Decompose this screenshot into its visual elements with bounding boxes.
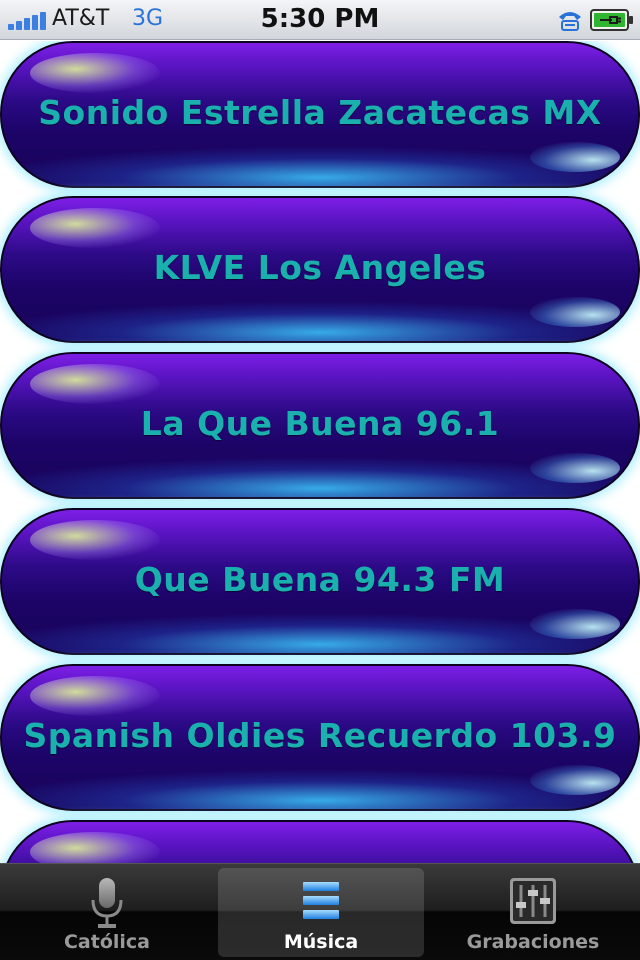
- tab-label: Católica: [63, 931, 150, 953]
- station-button[interactable]: Spanish Oldies Recuerdo 103.9: [0, 664, 640, 811]
- station-button[interactable]: KLVE Los Angeles: [0, 196, 640, 343]
- tab-grabaciones[interactable]: Grabaciones: [430, 868, 636, 957]
- button-glow: [530, 453, 620, 483]
- microphone-icon: [91, 878, 123, 928]
- tab-label: Grabaciones: [466, 931, 600, 953]
- station-button[interactable]: Sonido Estrella Zacatecas MX: [0, 41, 640, 188]
- button-highlight: [30, 832, 160, 863]
- button-highlight: [30, 676, 160, 716]
- status-bar: AT&T 3G 5:30 PM: [0, 0, 640, 40]
- button-glow: [530, 297, 620, 327]
- tty-phone-icon: [559, 12, 581, 31]
- station-label: KLVE Los Angeles: [153, 248, 487, 287]
- station-label: Sonido Estrella Zacatecas MX: [38, 93, 602, 132]
- station-list[interactable]: Sonido Estrella Zacatecas MX KLVE Los An…: [0, 41, 640, 863]
- battery-charging-icon: [590, 9, 633, 31]
- tab-bar: Católica Música Grabaciones: [0, 863, 640, 960]
- list-icon: [303, 882, 339, 919]
- equalizer-icon: [510, 878, 556, 924]
- station-label: Que Buena 94.3 FM: [134, 560, 506, 599]
- button-highlight: [30, 520, 160, 560]
- button-glow: [530, 609, 620, 639]
- button-highlight: [30, 208, 160, 248]
- tab-label: Música: [283, 931, 359, 953]
- tab-catolica[interactable]: Católica: [4, 868, 210, 957]
- station-button[interactable]: [0, 820, 640, 863]
- button-highlight: [30, 53, 160, 93]
- station-button[interactable]: Que Buena 94.3 FM: [0, 508, 640, 655]
- station-button[interactable]: La Que Buena 96.1: [0, 352, 640, 499]
- station-label: La Que Buena 96.1: [140, 404, 500, 443]
- button-highlight: [30, 364, 160, 404]
- station-label: Spanish Oldies Recuerdo 103.9: [23, 716, 617, 755]
- tab-musica[interactable]: Música: [218, 868, 424, 957]
- button-glow: [530, 142, 620, 172]
- status-time: 5:30 PM: [260, 4, 380, 34]
- button-glow: [530, 765, 620, 795]
